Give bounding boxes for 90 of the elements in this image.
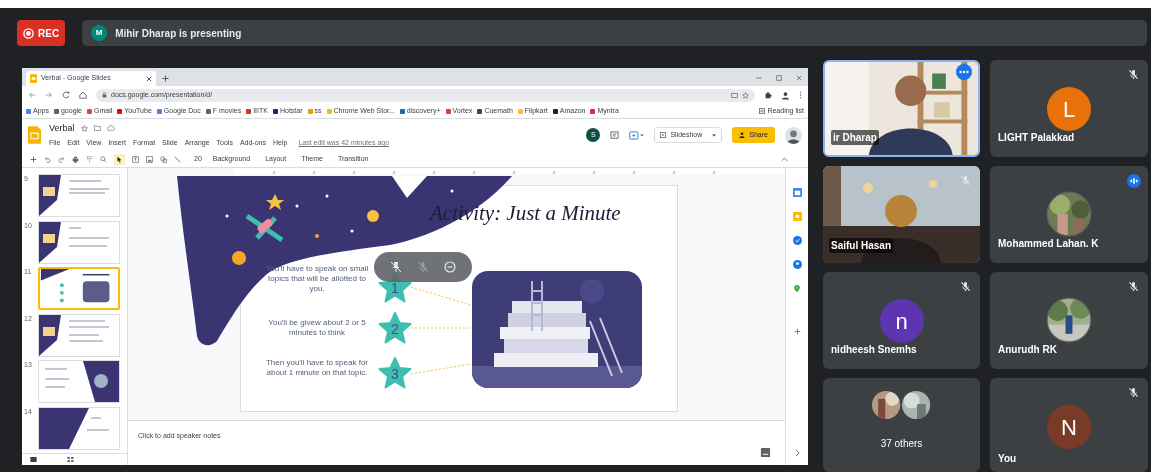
calendar-icon[interactable] bbox=[792, 188, 802, 197]
site-icon bbox=[246, 108, 252, 114]
collapse-icon[interactable] bbox=[781, 156, 788, 162]
more-options-icon[interactable] bbox=[956, 64, 972, 80]
reload-icon[interactable] bbox=[62, 91, 70, 99]
shape-icon[interactable] bbox=[160, 155, 167, 163]
contacts-icon[interactable] bbox=[792, 260, 802, 269]
grid-view-icon[interactable] bbox=[67, 457, 74, 463]
slides-logo-icon bbox=[30, 74, 37, 83]
record-icon bbox=[23, 27, 34, 39]
person-icon bbox=[739, 132, 746, 138]
print-icon[interactable] bbox=[72, 155, 79, 163]
undo-icon[interactable] bbox=[44, 155, 51, 163]
add-icon[interactable] bbox=[30, 155, 37, 163]
text-box-icon[interactable] bbox=[132, 155, 139, 163]
rec-button[interactable]: REC bbox=[17, 20, 66, 46]
maps-icon[interactable] bbox=[793, 284, 801, 293]
new-tab-icon[interactable] bbox=[162, 75, 169, 82]
cloud-icon[interactable] bbox=[106, 125, 115, 132]
participant-name: LIGHT Palakkad bbox=[998, 131, 1075, 145]
document-title[interactable]: Verbal bbox=[49, 121, 75, 135]
list-icon bbox=[759, 108, 766, 114]
participant-name: ir Dharap bbox=[831, 130, 879, 145]
step-text: You'll be givew about 2 or 5 minutes to think bbox=[267, 318, 367, 338]
avatar: n bbox=[879, 299, 924, 343]
slide-thumbnail[interactable] bbox=[38, 220, 120, 264]
slide-thumbnail[interactable] bbox=[38, 267, 120, 311]
site-icon bbox=[205, 108, 211, 114]
caret-icon bbox=[712, 133, 717, 137]
site-icon bbox=[307, 108, 313, 114]
participant-name: Saiful Hasan bbox=[829, 238, 894, 253]
step-text: Then you'll have to speak for about 1 minute on that topic. bbox=[265, 358, 369, 378]
menu-icon[interactable] bbox=[799, 91, 802, 99]
slide-thumbnail[interactable] bbox=[38, 313, 120, 357]
participant-name: Mohammed Lahan. K bbox=[998, 237, 1099, 251]
participant-name: nidheesh Snemhs bbox=[831, 343, 917, 357]
folder-icon[interactable] bbox=[93, 125, 101, 132]
slide-thumbnail[interactable] bbox=[38, 406, 120, 450]
leader-line bbox=[411, 327, 471, 329]
close-icon[interactable] bbox=[146, 75, 152, 82]
image-icon[interactable] bbox=[146, 155, 153, 163]
bookmark-star-icon[interactable] bbox=[742, 91, 749, 99]
participant-name: 37 others bbox=[879, 437, 924, 451]
site-icon bbox=[477, 108, 483, 114]
speaker-notes-icon[interactable] bbox=[760, 447, 771, 458]
home-icon[interactable] bbox=[79, 91, 87, 99]
share-icon[interactable] bbox=[731, 91, 738, 99]
expand-icon[interactable] bbox=[794, 449, 800, 457]
lock-icon bbox=[102, 92, 107, 98]
add-icon[interactable] bbox=[793, 328, 801, 335]
redo-icon[interactable] bbox=[58, 155, 65, 163]
participant-name: You bbox=[998, 452, 1017, 466]
filmstrip-view-icon[interactable] bbox=[30, 457, 37, 463]
comments-icon[interactable] bbox=[610, 130, 620, 140]
pin-icon[interactable] bbox=[389, 261, 402, 273]
site-icon bbox=[326, 108, 332, 114]
zoom-icon[interactable] bbox=[100, 155, 107, 163]
tasks-icon[interactable] bbox=[792, 236, 802, 245]
avatar: N bbox=[1047, 405, 1091, 449]
participant-name: Anurudh RK bbox=[998, 343, 1057, 357]
site-icon bbox=[53, 108, 59, 114]
select-tool[interactable] bbox=[114, 153, 125, 165]
avatar: M bbox=[91, 25, 108, 41]
slideshow-icon bbox=[660, 132, 667, 138]
extensions-icon[interactable] bbox=[764, 91, 772, 99]
star-icon[interactable] bbox=[80, 124, 88, 132]
site-icon bbox=[156, 108, 162, 114]
site-icon bbox=[399, 108, 405, 114]
site-icon bbox=[117, 108, 123, 114]
profile-icon[interactable] bbox=[781, 90, 790, 100]
maximize-icon[interactable] bbox=[776, 75, 782, 81]
presenter-text: Mihir Dharap is presenting bbox=[115, 26, 242, 41]
site-icon bbox=[26, 108, 31, 114]
present-icon[interactable] bbox=[629, 130, 645, 140]
remove-icon[interactable] bbox=[444, 261, 457, 273]
leader-line bbox=[411, 286, 471, 306]
star-badge: 2 bbox=[378, 312, 412, 344]
site-icon bbox=[87, 108, 92, 114]
line-icon[interactable] bbox=[174, 155, 181, 163]
star-badge: 3 bbox=[378, 357, 412, 389]
site-icon bbox=[590, 108, 596, 114]
avatar: L bbox=[1047, 87, 1091, 131]
site-icon bbox=[272, 108, 278, 114]
site-icon bbox=[517, 108, 523, 114]
site-icon bbox=[445, 108, 451, 114]
site-icon bbox=[552, 108, 558, 114]
cursor-icon bbox=[116, 155, 123, 163]
leader-line bbox=[411, 363, 471, 375]
slide-thumbnail[interactable] bbox=[38, 174, 120, 217]
slide-thumbnail[interactable] bbox=[38, 360, 120, 404]
